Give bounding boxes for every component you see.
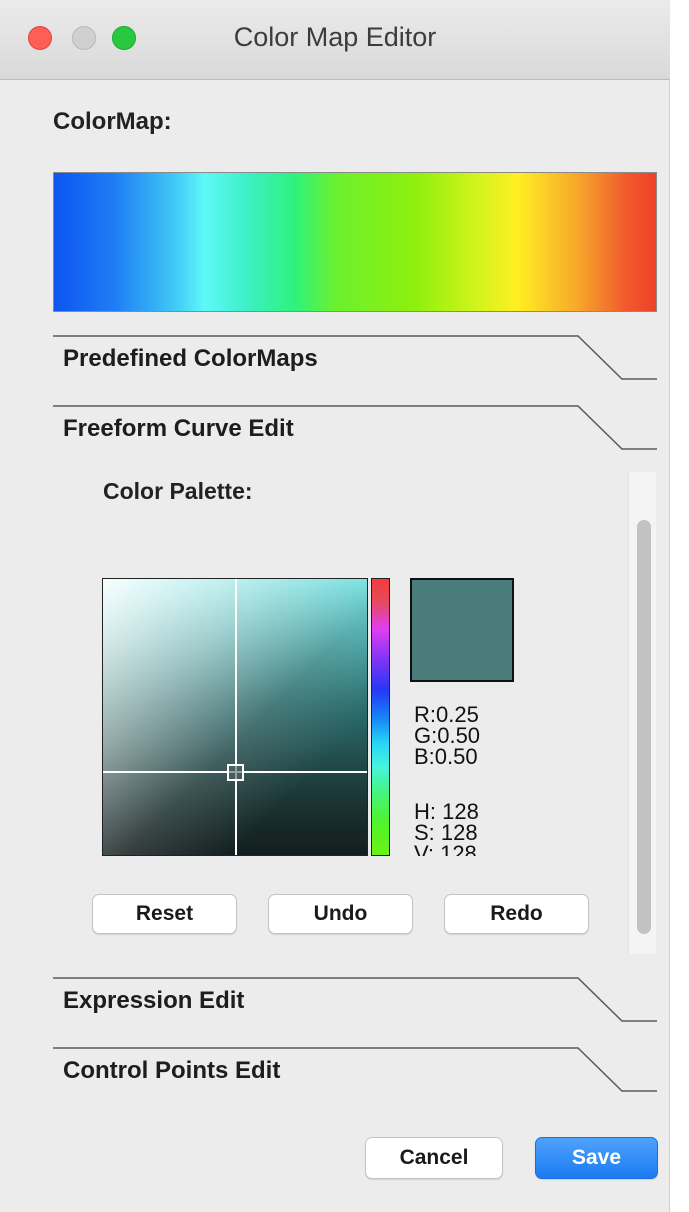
- crosshair-vertical: [235, 579, 237, 855]
- window-title: Color Map Editor: [233, 22, 437, 52]
- picker-handle[interactable]: [227, 764, 244, 781]
- colormap-label: ColorMap:: [53, 108, 172, 135]
- panel-scrollbar-thumb[interactable]: [637, 520, 651, 934]
- color-readouts: R:0.25 G:0.50 B:0.50 H: 128 S: 128 V: 12…: [414, 704, 524, 856]
- section-label: Predefined ColorMaps: [63, 345, 318, 372]
- colormap-preview[interactable]: [53, 172, 657, 312]
- value-value: V: 128: [414, 841, 477, 857]
- cancel-button[interactable]: Cancel: [365, 1137, 503, 1179]
- redo-button[interactable]: Redo: [444, 894, 589, 934]
- section-label: Control Points Edit: [63, 1057, 281, 1084]
- green-value: G:0.50: [414, 723, 481, 748]
- section-label: Expression Edit: [63, 987, 245, 1014]
- section-label: Freeform Curve Edit: [63, 415, 294, 442]
- section-expression-edit[interactable]: Expression Edit: [0, 977, 670, 1023]
- save-button[interactable]: Save: [535, 1137, 658, 1179]
- hue-slider[interactable]: [371, 578, 390, 856]
- saturation-value: S: 128: [414, 820, 478, 845]
- section-control-points-edit[interactable]: Control Points Edit: [0, 1047, 670, 1093]
- selected-color-swatch: [410, 578, 514, 682]
- saturation-value-picker[interactable]: [102, 578, 368, 856]
- undo-button[interactable]: Undo: [268, 894, 413, 934]
- hue-value: H: 128: [414, 799, 479, 824]
- red-value: R:0.25: [414, 704, 479, 727]
- section-predefined-colormaps[interactable]: Predefined ColorMaps: [0, 335, 670, 381]
- color-palette-label: Color Palette:: [103, 478, 253, 504]
- title-bar[interactable]: Color Map Editor: [0, 0, 670, 80]
- section-freeform-curve-edit[interactable]: Freeform Curve Edit: [0, 405, 670, 451]
- color-map-editor-window: Color Map Editor ColorMap: Predefined Co…: [0, 0, 670, 1212]
- reset-button[interactable]: Reset: [92, 894, 237, 934]
- blue-value: B:0.50: [414, 744, 478, 769]
